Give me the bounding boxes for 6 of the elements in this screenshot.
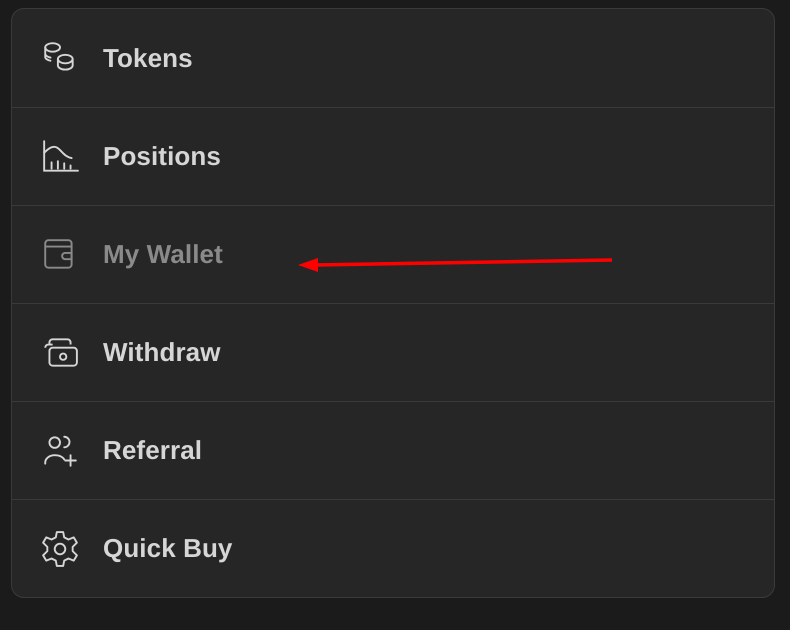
- menu-item[interactable]: Withdraw: [103, 337, 221, 368]
- menu-item[interactable]: Quick Buy: [103, 533, 232, 564]
- settings-icon: [41, 530, 79, 568]
- menu-item[interactable]: Positions: [103, 141, 221, 172]
- menu-item[interactable]: Tokens: [103, 42, 193, 74]
- menu-item[interactable]: Referral: [103, 435, 202, 466]
